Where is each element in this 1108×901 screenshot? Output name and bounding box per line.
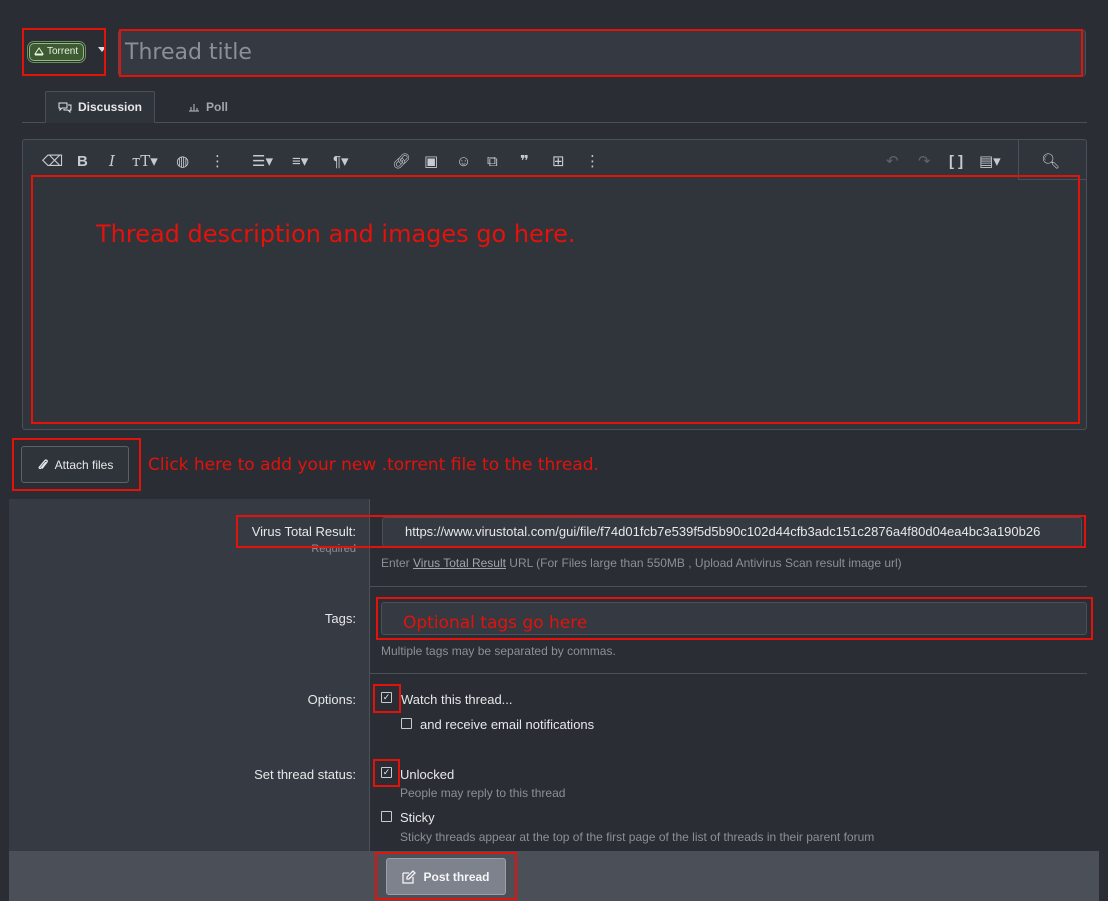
annotation-tags: Optional tags go here <box>403 613 588 633</box>
sticky-checkbox[interactable] <box>381 811 392 822</box>
quote-icon[interactable]: ❞ <box>520 152 529 170</box>
virus-total-link[interactable]: Virus Total Result <box>413 556 506 570</box>
email-label: and receive email notifications <box>420 717 595 732</box>
bold-icon[interactable]: B <box>77 152 88 170</box>
preview-icon[interactable]: 🔍︎ <box>1041 152 1060 170</box>
virus-total-input[interactable]: https://www.virustotal.com/gui/file/f74d… <box>382 517 1082 547</box>
options-label: Options: <box>307 692 356 707</box>
unlocked-checkbox[interactable]: ✓ <box>381 767 392 778</box>
virus-total-hint-suffix: URL (For Files large than 550MB , Upload… <box>505 556 902 570</box>
post-thread-label: Post thread <box>423 869 490 884</box>
annotation-description: Thread description and images go here. <box>96 220 576 248</box>
text-size-icon[interactable]: ᴛT▾ <box>132 152 158 170</box>
undo-icon[interactable]: ↶ <box>886 152 899 170</box>
annotation-attach: Click here to add your new .torrent file… <box>148 455 599 475</box>
sticky-hint: Sticky threads appear at the top of the … <box>400 830 875 844</box>
chevron-down-icon[interactable] <box>98 47 106 52</box>
tab-discussion-label: Discussion <box>77 100 142 114</box>
row-divider <box>369 673 1087 674</box>
attach-files-button[interactable]: Attach files <box>21 446 129 483</box>
prefix-label: Torrent <box>47 46 79 57</box>
bar-chart-icon <box>189 104 199 112</box>
virus-total-hint: Enter Virus Total Result URL (For Files … <box>381 556 902 570</box>
paragraph-icon[interactable]: ¶▾ <box>333 152 349 170</box>
thread-title-placeholder: Thread title <box>125 40 252 65</box>
email-checkbox[interactable] <box>401 718 412 729</box>
eraser-icon[interactable]: ⌫ <box>42 152 63 170</box>
prefix-badge[interactable]: Torrent <box>29 43 85 61</box>
unlocked-hint: People may reply to this thread <box>400 786 566 800</box>
editor-toolbar: ⌫ B I ᴛT▾ ◍ ⋮ ☰▾ ≡▾ ¶▾ 🔗︎ ▣ ☺ ⧉ ❞ ⊞ ⋮ ↶ … <box>23 140 1086 180</box>
more-vertical-icon[interactable]: ⋮ <box>210 152 225 170</box>
save-draft-icon[interactable]: ▤▾ <box>979 152 1001 170</box>
watch-checkbox[interactable]: ✓ <box>381 692 392 703</box>
status-label: Set thread status: <box>254 767 356 782</box>
smiley-icon[interactable]: ☺ <box>456 152 471 170</box>
more-vertical-icon[interactable]: ⋮ <box>585 152 600 170</box>
required-label: Required <box>311 543 356 555</box>
link-icon[interactable]: 🔗︎ <box>392 152 411 170</box>
preview-toggle[interactable]: 🔍︎ <box>1018 140 1086 180</box>
tab-poll-label: Poll <box>206 100 229 114</box>
attach-files-label: Attach files <box>54 457 114 472</box>
tags-label: Tags: <box>324 611 356 626</box>
thread-title-input[interactable]: Thread title <box>118 30 1086 76</box>
row-divider <box>369 586 1087 587</box>
tags-hint: Multiple tags may be separated by commas… <box>381 644 616 658</box>
redo-icon[interactable]: ↷ <box>918 152 931 170</box>
image-icon[interactable]: ▣ <box>424 152 438 170</box>
watch-label: Watch this thread... <box>401 692 513 707</box>
tab-discussion[interactable]: Discussion <box>45 91 155 123</box>
bbcode-icon[interactable]: [ ] <box>949 152 963 170</box>
list-icon[interactable]: ☰▾ <box>252 152 273 170</box>
paperclip-icon <box>38 458 48 469</box>
palette-icon[interactable]: ◍ <box>176 152 189 170</box>
media-icon[interactable]: ⧉ <box>487 152 498 170</box>
italic-icon[interactable]: I <box>109 152 115 170</box>
virus-total-label: Virus Total Result: <box>251 524 356 539</box>
unlocked-label: Unlocked <box>400 767 455 782</box>
align-icon[interactable]: ≡▾ <box>292 152 308 170</box>
virus-total-hint-prefix: Enter <box>381 556 414 570</box>
rich-text-editor[interactable]: ⌫ B I ᴛT▾ ◍ ⋮ ☰▾ ≡▾ ¶▾ 🔗︎ ▣ ☺ ⧉ ❞ ⊞ ⋮ ↶ … <box>22 139 1087 430</box>
tab-poll[interactable]: Poll <box>176 91 240 123</box>
post-thread-button[interactable]: Post thread <box>386 858 506 895</box>
discussion-icon <box>58 102 72 113</box>
virus-total-value: https://www.virustotal.com/gui/file/f74d… <box>405 524 1041 539</box>
sticky-label: Sticky <box>400 810 435 825</box>
edit-icon <box>402 869 417 884</box>
table-icon[interactable]: ⊞ <box>552 152 565 170</box>
torrent-icon <box>34 47 44 56</box>
form-footer <box>9 851 1099 901</box>
